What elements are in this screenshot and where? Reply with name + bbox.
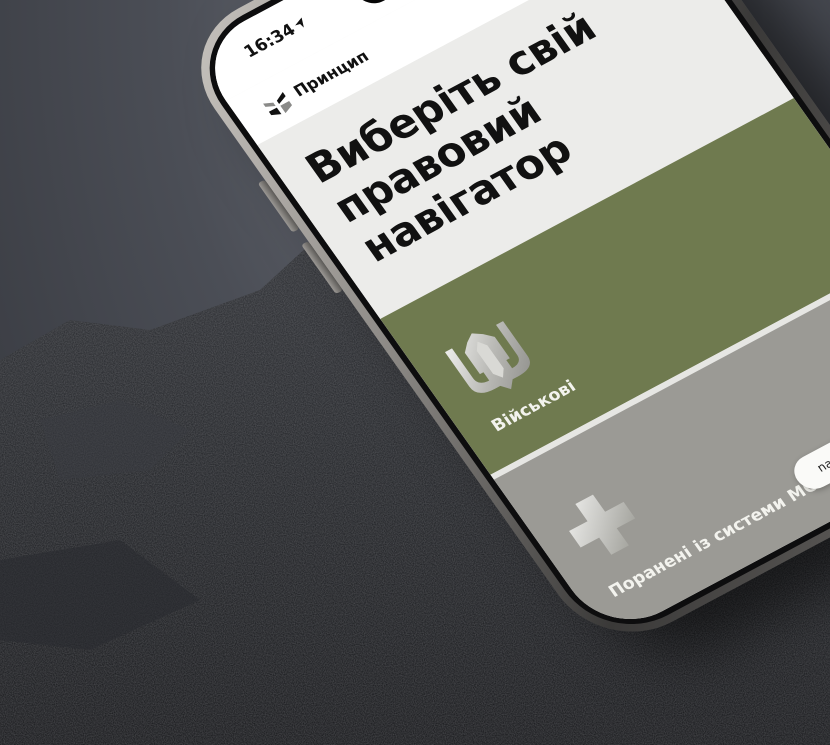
photo-scene: 16:34 89 [0,0,830,745]
trident-icon [444,321,530,393]
status-time: 16:34 [240,20,300,63]
medical-cross-icon [569,494,636,555]
principle-logo-icon[interactable] [261,90,297,120]
